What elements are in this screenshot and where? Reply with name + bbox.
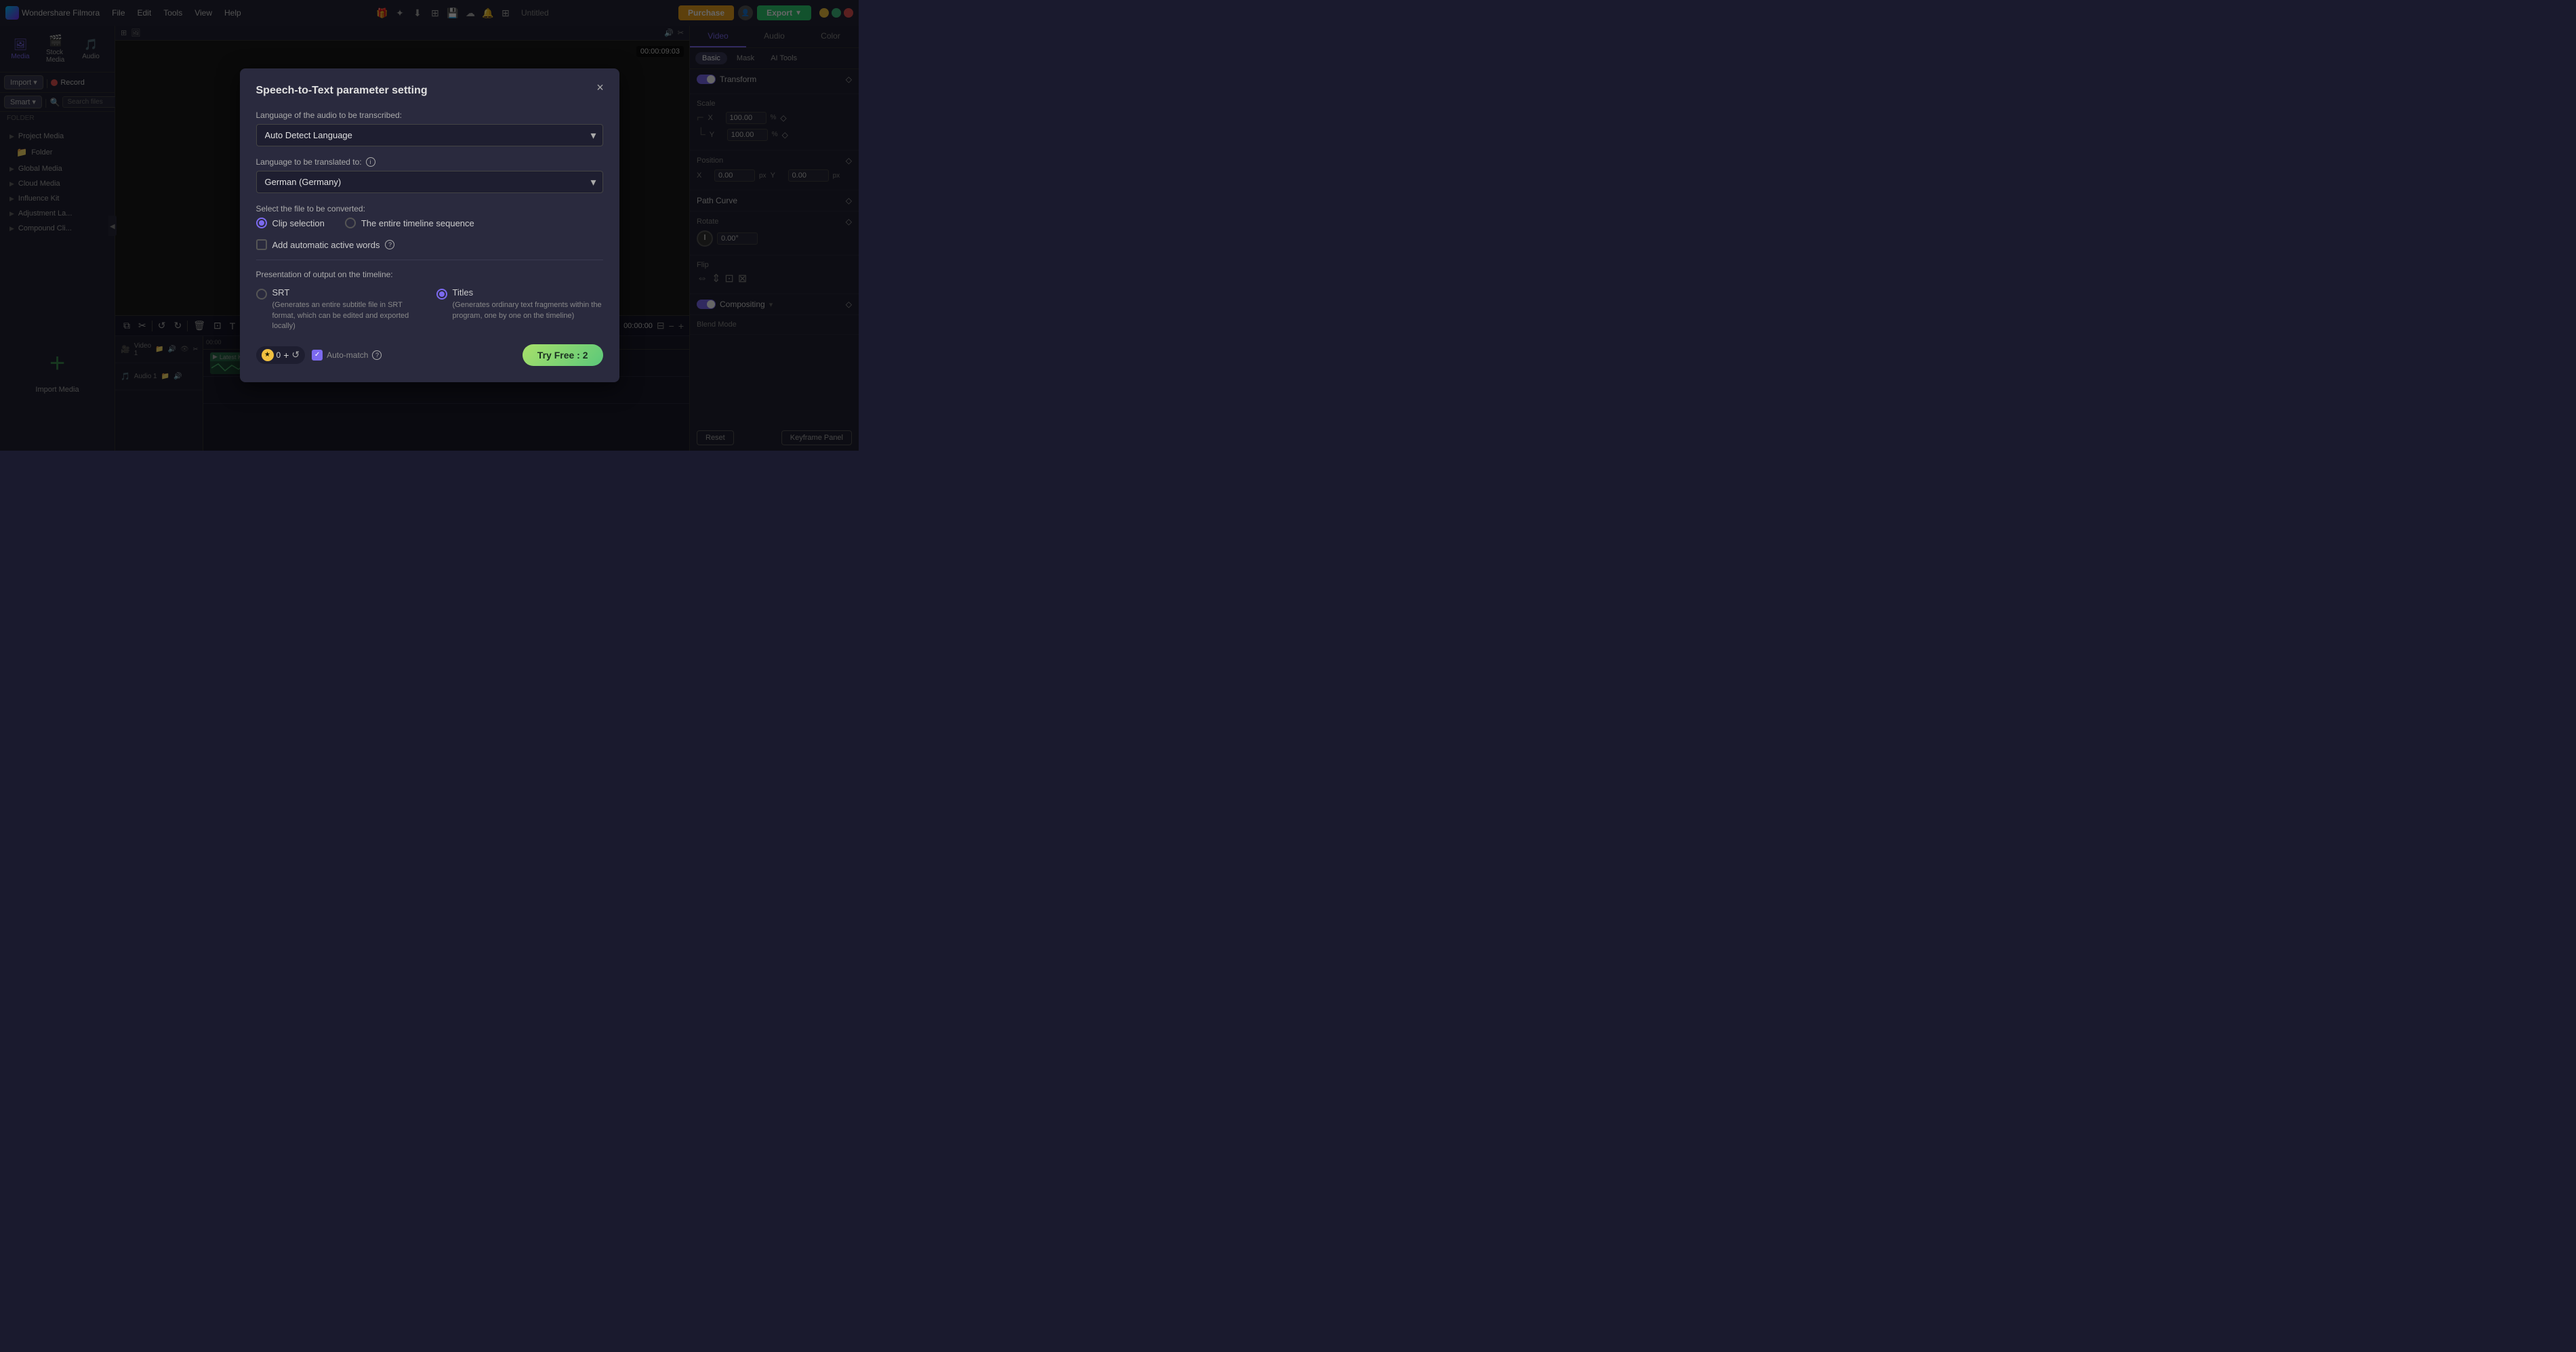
radio-clip-selection[interactable]: Clip selection [256, 218, 325, 228]
translate-language-section: Language to be translated to: i German (… [256, 157, 603, 193]
auto-match-info-icon[interactable]: ? [372, 350, 382, 360]
radio-entire-timeline[interactable]: The entire timeline sequence [345, 218, 474, 228]
modal-footer: ★ 0 + ↺ Auto-match ? Try Free : 2 [256, 344, 603, 366]
translate-language-label-row: Language to be translated to: i [256, 157, 603, 167]
modal-close-button[interactable]: × [592, 79, 609, 96]
file-selection-section: Select the file to be converted: Clip se… [256, 204, 603, 228]
radio-circle-timeline [345, 218, 356, 228]
srt-desc: (Generates an entire subtitle file in SR… [272, 300, 423, 331]
modal-footer-left: ★ 0 + ↺ Auto-match ? [256, 346, 382, 364]
translate-info-icon[interactable]: i [366, 157, 375, 167]
radio-circle-clip [256, 218, 267, 228]
radio-srt[interactable]: SRT (Generates an entire subtitle file i… [256, 287, 423, 331]
auto-match-checkbox[interactable] [312, 350, 323, 361]
file-selection-label: Select the file to be converted: [256, 204, 603, 213]
credits-widget: ★ 0 + ↺ [256, 346, 306, 364]
audio-language-select-wrapper: Auto Detect Language English Chinese Jap… [256, 124, 603, 146]
translate-language-select[interactable]: German (Germany) English (US) French (Fr… [256, 171, 603, 193]
titles-desc: (Generates ordinary text fragments withi… [453, 300, 603, 321]
active-words-row[interactable]: Add automatic active words ? [256, 239, 603, 250]
presentation-section: Presentation of output on the timeline: … [256, 270, 603, 331]
output-option-titles: Titles (Generates ordinary text fragment… [436, 287, 603, 331]
auto-match-row: Auto-match ? [312, 350, 382, 361]
output-options-row: SRT (Generates an entire subtitle file i… [256, 287, 603, 331]
try-free-button[interactable]: Try Free : 2 [523, 344, 603, 366]
radio-options-row: Clip selection The entire timeline seque… [256, 218, 603, 228]
active-words-checkbox[interactable] [256, 239, 267, 250]
translate-language-label: Language to be translated to: [256, 157, 362, 167]
credits-count: 0 [277, 350, 281, 360]
auto-match-label: Auto-match [327, 350, 368, 360]
srt-title: SRT [272, 287, 423, 298]
speech-to-text-modal: Speech-to-Text parameter setting × Langu… [240, 68, 619, 382]
credits-refresh-button[interactable]: ↺ [291, 349, 300, 361]
app-window: Wondershare Filmora File Edit Tools View… [0, 0, 859, 451]
modal-overlay: Speech-to-Text parameter setting × Langu… [0, 0, 859, 451]
radio-circle-srt [256, 289, 267, 300]
audio-language-section: Language of the audio to be transcribed:… [256, 110, 603, 146]
credits-plus-button[interactable]: + [283, 350, 289, 361]
presentation-label: Presentation of output on the timeline: [256, 270, 603, 279]
radio-circle-titles [436, 289, 447, 300]
srt-text: SRT (Generates an entire subtitle file i… [272, 287, 423, 331]
audio-language-select[interactable]: Auto Detect Language English Chinese Jap… [256, 124, 603, 146]
credits-icon: ★ [262, 349, 274, 361]
radio-titles[interactable]: Titles (Generates ordinary text fragment… [436, 287, 603, 331]
titles-text: Titles (Generates ordinary text fragment… [453, 287, 603, 321]
translate-language-select-wrapper: German (Germany) English (US) French (Fr… [256, 171, 603, 193]
titles-title: Titles [453, 287, 603, 298]
modal-title: Speech-to-Text parameter setting [256, 85, 603, 97]
active-words-info-icon[interactable]: ? [385, 240, 394, 249]
output-option-srt: SRT (Generates an entire subtitle file i… [256, 287, 423, 331]
audio-language-label: Language of the audio to be transcribed: [256, 110, 603, 120]
